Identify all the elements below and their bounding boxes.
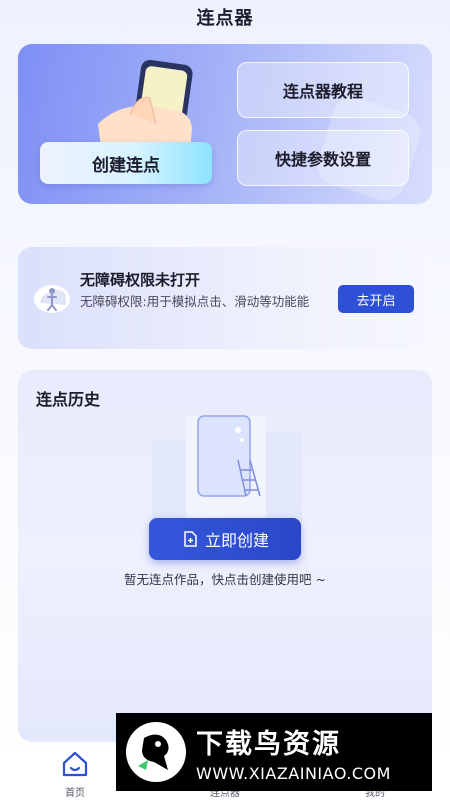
create-now-label: 立即创建 (204, 531, 269, 550)
permission-description: 无障碍权限:用于模拟点击、滑动等功能能 (80, 294, 310, 309)
empty-state-text: 暂无连点作品，快点击创建使用吧 ~ (124, 572, 326, 587)
accessibility-icon (34, 285, 70, 313)
watermark-banner: 下载鸟资源 WWW.XIAZAINIAO.COM (116, 713, 432, 791)
tab-home[interactable]: 首页 (35, 750, 115, 799)
watermark-title: 下载鸟资源 (196, 728, 341, 760)
create-file-icon (184, 531, 197, 547)
bird-logo-icon (126, 722, 186, 782)
tutorial-button[interactable]: 连点器教程 (237, 62, 409, 118)
quick-settings-button[interactable]: 快捷参数设置 (237, 130, 409, 186)
create-now-button[interactable]: 立即创建 (149, 518, 301, 560)
page-title: 连点器 (196, 8, 254, 29)
permission-card: 无障碍权限未打开 无障碍权限:用于模拟点击、滑动等功能能 去开启 (18, 247, 432, 349)
hero-card: 创建连点 连点器教程 快捷参数设置 (18, 44, 432, 204)
history-title: 连点历史 (36, 390, 101, 409)
home-icon (62, 751, 88, 777)
enable-permission-button[interactable]: 去开启 (338, 285, 414, 313)
tab-home-label: 首页 (65, 788, 85, 799)
watermark-url: WWW.XIAZAINIAO.COM (196, 763, 391, 783)
history-card: 连点历史 立即创建 暂无连点作品，快点击创建使用吧 ~ (18, 370, 432, 742)
create-clicker-button[interactable]: 创建连点 (40, 142, 212, 184)
permission-title: 无障碍权限未打开 (80, 271, 201, 289)
